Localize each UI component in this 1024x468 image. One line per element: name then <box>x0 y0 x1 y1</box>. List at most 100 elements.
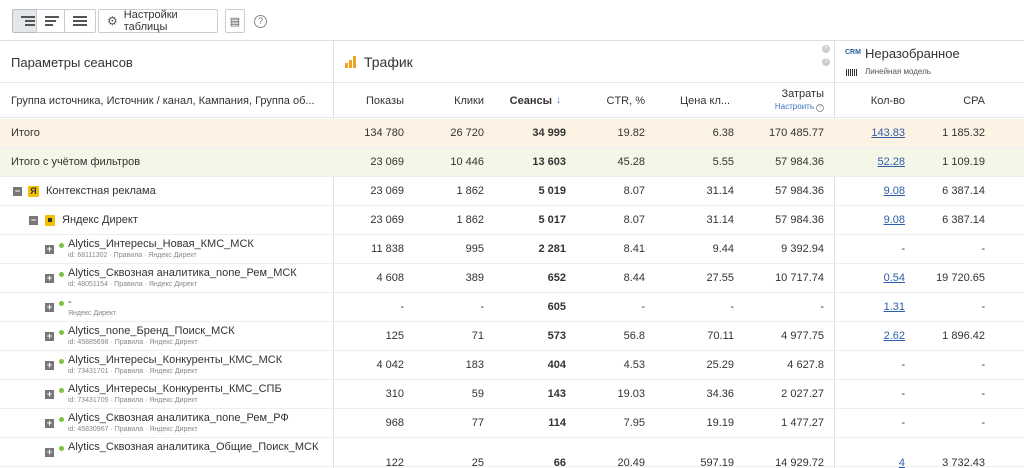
cell-sessions: 573 <box>547 330 566 342</box>
table-row-campaign[interactable]: + Alytics_Сквозная аналитика_none_Рем_РФ… <box>0 409 1024 438</box>
cell-cost: 170 485.77 <box>768 127 824 139</box>
cell-impressions: 134 780 <box>364 127 404 139</box>
close-icon[interactable]: × <box>822 45 830 53</box>
col-cpa[interactable]: CPA <box>920 95 985 107</box>
col-qty[interactable]: Кол-во <box>850 95 905 107</box>
table-row-campaign[interactable]: + Alytics_Сквозная аналитика_none_Рем_МС… <box>0 264 1024 293</box>
document-icon: ▤ <box>229 15 241 28</box>
col-clicks[interactable]: Клики <box>410 95 484 107</box>
gear-icon: ⚙ <box>107 14 118 28</box>
table-row-campaign[interactable]: + Alytics_Сквозная аналитика_Общие_Поиск… <box>0 438 1024 468</box>
expand-icon[interactable]: + <box>45 419 54 428</box>
yandex-direct-icon <box>45 215 55 226</box>
table-row-filtered-total[interactable]: Итого с учётом фильтров 23 069 10 446 13… <box>0 148 1024 177</box>
cell-clicks: 389 <box>465 272 484 284</box>
attribution-model-label[interactable]: Линейная модель <box>865 67 931 76</box>
cell-cpc: 27.55 <box>706 272 734 284</box>
table-row-source[interactable]: − Яндекс Директ 23 069 1 862 5 017 8.07 … <box>0 206 1024 235</box>
col-cost[interactable]: Затраты <box>738 88 825 100</box>
cell-impressions: 23 069 <box>370 214 404 226</box>
campaign-name[interactable]: Alytics_Сквозная аналитика_none_Рем_МСК <box>68 267 297 279</box>
cell-sessions: 605 <box>547 301 566 313</box>
toolbar: ⚙ Настройки таблицы ▤ ? <box>0 0 1024 40</box>
section-unparsed-title: Неразобранное <box>865 46 960 61</box>
cell-qty[interactable]: 0.54 <box>850 272 905 284</box>
collapse-icon[interactable]: − <box>29 216 38 225</box>
cell-cost: 10 717.74 <box>775 272 824 284</box>
table-row-campaign[interactable]: + Alytics_Интересы_Конкуренты_КМС_СПБ id… <box>0 380 1024 409</box>
help-icon[interactable]: ? <box>822 58 830 66</box>
setup-label[interactable]: Настроить <box>775 102 814 111</box>
table-row-campaign[interactable]: + - Яндекс Директ - - 605 - - - 1.31 - <box>0 293 1024 322</box>
cell-ctr: - <box>641 301 645 313</box>
expand-icon[interactable]: + <box>45 303 54 312</box>
table-settings-button[interactable]: ⚙ Настройки таблицы <box>98 9 218 33</box>
cell-sessions: 114 <box>548 417 566 429</box>
cell-qty[interactable]: 143.83 <box>850 127 905 139</box>
cell-qty[interactable]: 1.31 <box>850 301 905 313</box>
flat-view-button[interactable] <box>64 9 96 33</box>
cell-qty: - <box>901 359 905 371</box>
collapse-icon[interactable]: − <box>13 187 22 196</box>
cell-cpa: - <box>981 388 985 400</box>
cell-qty[interactable]: 52.28 <box>850 156 905 168</box>
expand-icon[interactable]: + <box>45 390 54 399</box>
cell-ctr: 8.44 <box>623 272 645 284</box>
status-dot-icon <box>59 417 64 422</box>
expand-icon[interactable]: + <box>45 245 54 254</box>
cell-qty[interactable]: 2.62 <box>850 330 905 342</box>
cell-qty[interactable]: 4 <box>850 457 905 468</box>
cell-qty[interactable]: 9.08 <box>850 214 905 226</box>
expand-icon[interactable]: + <box>45 274 54 283</box>
expand-icon[interactable]: + <box>45 332 54 341</box>
campaign-meta: Яндекс Директ <box>68 310 117 317</box>
campaign-name[interactable]: Alytics_Интересы_Новая_КМС_МСК <box>68 238 254 250</box>
cell-cpa: 1 185.32 <box>942 127 985 139</box>
column-header-row: Группа источника, Источник / канал, Камп… <box>0 83 1024 118</box>
table-row-campaign[interactable]: + Alytics_Интересы_Конкуренты_КМС_МСК id… <box>0 351 1024 380</box>
cell-cpc: 9.44 <box>712 243 734 255</box>
col-sessions[interactable]: Сеансы <box>490 95 552 107</box>
col-ctr[interactable]: CTR, % <box>580 95 646 107</box>
table-row-campaign[interactable]: + Alytics_Интересы_Новая_КМС_МСК id: 681… <box>0 235 1024 264</box>
campaign-name[interactable]: Alytics_Сквозная аналитика_Общие_Поиск_М… <box>68 441 318 453</box>
tree-view-icon <box>21 16 35 26</box>
cell-cpc: 19.19 <box>706 417 734 429</box>
cell-clicks: 26 720 <box>450 127 484 139</box>
cell-qty[interactable]: 9.08 <box>850 185 905 197</box>
cell-clicks: 1 862 <box>456 185 484 197</box>
expand-icon[interactable]: + <box>45 448 54 457</box>
cell-cost: 14 929.72 <box>775 457 824 468</box>
cell-qty: - <box>901 417 905 429</box>
cell-qty: - <box>901 388 905 400</box>
expand-icon[interactable]: + <box>45 361 54 370</box>
cell-impressions: 11 838 <box>371 243 404 255</box>
cell-cpa: - <box>981 243 985 255</box>
col-cpc[interactable]: Цена кл... <box>680 95 736 107</box>
table-row-campaign[interactable]: + Alytics_none_Бренд_Поиск_МСК id: 45885… <box>0 322 1024 351</box>
sort-desc-icon[interactable]: ↓ <box>556 95 566 106</box>
col-group[interactable]: Группа источника, Источник / канал, Камп… <box>11 95 315 107</box>
table-row-total[interactable]: Итого 134 780 26 720 34 999 19.82 6.38 1… <box>0 119 1024 148</box>
help-icon[interactable]: ? <box>816 104 824 112</box>
status-dot-icon <box>59 330 64 335</box>
col-impressions[interactable]: Показы <box>340 95 404 107</box>
cell-sessions: 2 281 <box>538 243 566 255</box>
cell-sessions: 13 603 <box>532 156 566 168</box>
campaign-name[interactable]: - <box>68 296 72 308</box>
campaign-name[interactable]: Alytics_Интересы_Конкуренты_КМС_МСК <box>68 354 282 366</box>
campaign-meta: id: 73431701 · Правила · Яндекс Директ <box>68 368 198 375</box>
section-params-title: Параметры сеансов <box>11 55 133 70</box>
cell-ctr: 7.95 <box>623 417 645 429</box>
campaign-name[interactable]: Alytics_Сквозная аналитика_none_Рем_РФ <box>68 412 289 424</box>
export-button[interactable]: ▤ <box>225 9 245 33</box>
table-row-group[interactable]: − Я Контекстная реклама 23 069 1 862 5 0… <box>0 177 1024 206</box>
help-icon[interactable]: ? <box>254 15 267 28</box>
cell-sessions: 652 <box>547 272 566 284</box>
campaign-name[interactable]: Alytics_none_Бренд_Поиск_МСК <box>68 325 235 337</box>
cell-cpa: - <box>981 301 985 313</box>
table-settings-label: Настройки таблицы <box>123 9 178 33</box>
cell-ctr: 8.07 <box>623 185 645 197</box>
campaign-name[interactable]: Alytics_Интересы_Конкуренты_КМС_СПБ <box>68 383 282 395</box>
cost-setup-link[interactable]: Настроить? <box>738 102 824 112</box>
